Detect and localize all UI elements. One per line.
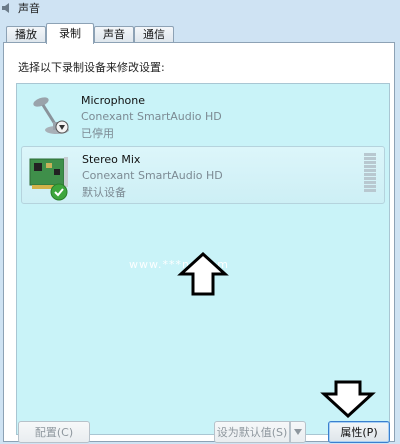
disabled-arrow-badge [55,120,69,134]
window-title: 声音 [18,2,40,15]
device-status: 默认设备 [82,186,126,199]
set-default-button[interactable]: 设为默认值(S) [214,421,290,443]
set-default-dropdown[interactable] [290,421,306,443]
tab-communications[interactable]: 通信 [134,26,174,43]
properties-button[interactable]: 属性(P) [328,421,390,443]
chevron-down-icon [294,429,302,435]
instruction-text: 选择以下录制设备来修改设置: [18,61,165,74]
tab-bar: 播放 录制 声音 通信 [0,22,400,44]
tab-recording[interactable]: 录制 [46,23,94,44]
device-driver: Conexant SmartAudio HD [81,110,222,123]
title-bar: 声音 [0,0,400,24]
configure-button[interactable]: 配置(C) [18,421,90,443]
down-arrow-annotation-icon [320,380,376,418]
microphone-icon [33,97,69,134]
level-meter [364,153,376,193]
up-arrow-annotation-icon [177,252,229,296]
device-driver: Conexant SmartAudio HD [82,169,223,182]
device-name: Microphone [81,94,146,107]
device-item-stereo-mix[interactable]: Stereo Mix Conexant SmartAudio HD 默认设备 [21,146,385,204]
device-item-microphone[interactable]: Microphone Conexant SmartAudio HD 已停用 [21,88,385,146]
device-status: 已停用 [81,127,114,140]
default-check-badge [50,183,68,201]
tab-sounds[interactable]: 声音 [94,26,134,43]
tab-playback[interactable]: 播放 [6,26,46,43]
speaker-icon [2,3,9,13]
device-name: Stereo Mix [82,153,141,166]
